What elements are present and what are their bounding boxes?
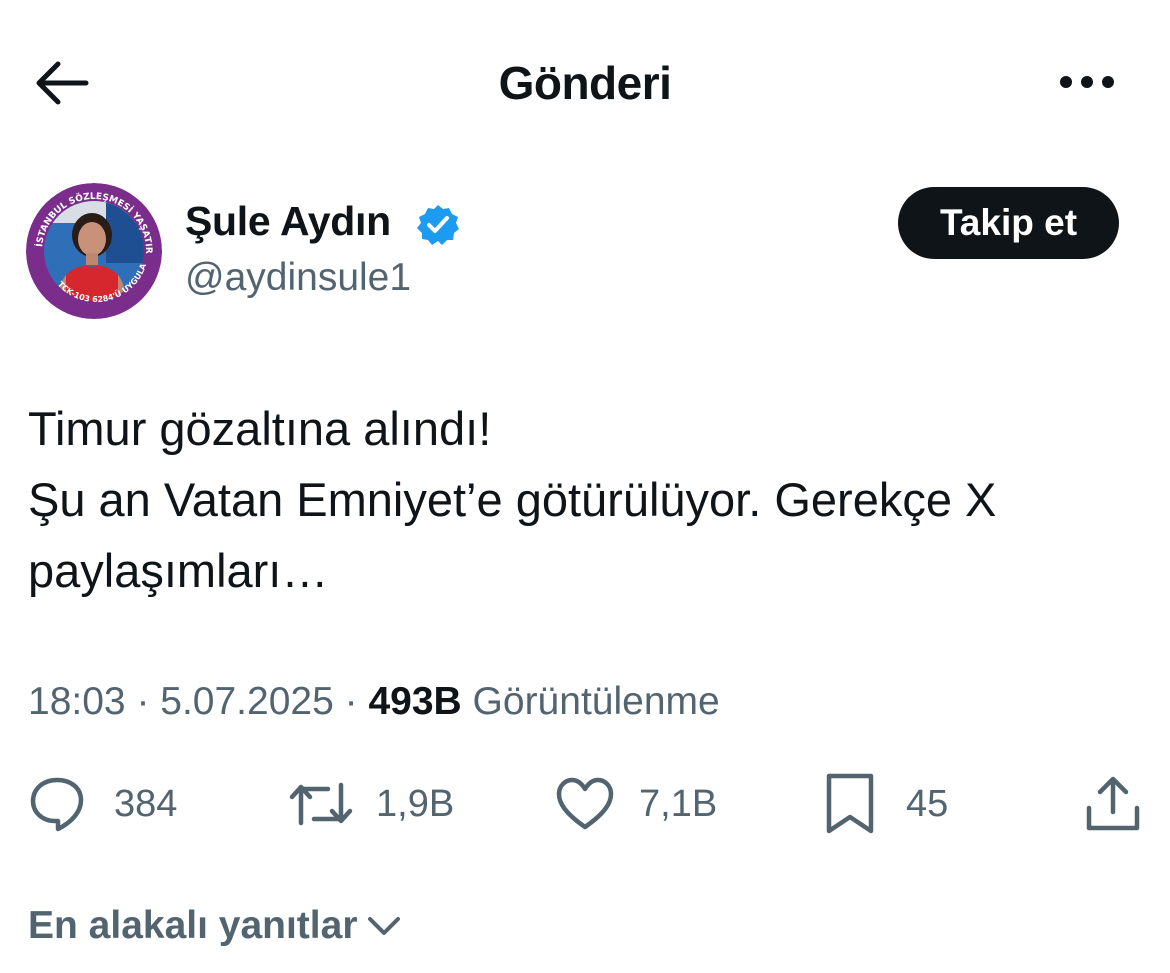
repost-count: 1,9B (376, 782, 455, 825)
heart-icon (556, 777, 614, 830)
post-page: Gönderi İSTANBUL SÖZLEŞMESİ YAŞATIR TCK-… (0, 0, 1170, 973)
views-label: Görüntülenme (472, 680, 720, 723)
views-count: 493B (368, 680, 462, 723)
meta-separator: · (136, 680, 161, 723)
more-options-icon[interactable] (1052, 62, 1122, 102)
verified-badge-icon (416, 203, 460, 247)
follow-button[interactable]: Takip et (898, 187, 1119, 259)
bookmark-icon (826, 773, 874, 834)
tweet-time[interactable]: 18:03 (28, 680, 126, 723)
share-button[interactable] (1084, 772, 1142, 836)
repost-button[interactable]: 1,9B (288, 772, 454, 836)
avatar[interactable]: İSTANBUL SÖZLEŞMESİ YAŞATIR TCK-103 6284… (26, 183, 162, 319)
bookmark-button[interactable]: 45 (824, 772, 948, 836)
repost-icon (289, 782, 353, 826)
bookmark-count: 45 (906, 782, 949, 825)
meta-separator: · (344, 680, 369, 723)
reply-icon (30, 777, 84, 832)
page-title: Gönderi (498, 57, 672, 109)
reply-button[interactable]: 384 (28, 772, 177, 836)
tweet-meta: 18:03 · 5.07.2025 · 493B Görüntülenme (28, 680, 720, 724)
like-count: 7,1B (639, 782, 718, 825)
reply-count: 384 (114, 782, 178, 825)
share-icon (1086, 776, 1140, 831)
tweet-date[interactable]: 5.07.2025 (160, 680, 334, 723)
replies-sort-dropdown[interactable]: En alakalı yanıtlar (28, 904, 402, 948)
author-handle[interactable]: @aydinsule1 (185, 256, 411, 300)
chevron-down-icon (367, 917, 400, 935)
like-button[interactable]: 7,1B (555, 772, 717, 836)
author-name[interactable]: Şule Aydın (185, 198, 391, 245)
tweet-text: Timur gözaltına alındı! Şu an Vatan Emni… (28, 402, 997, 597)
replies-sort-label: En alakalı yanıtlar (28, 904, 358, 947)
